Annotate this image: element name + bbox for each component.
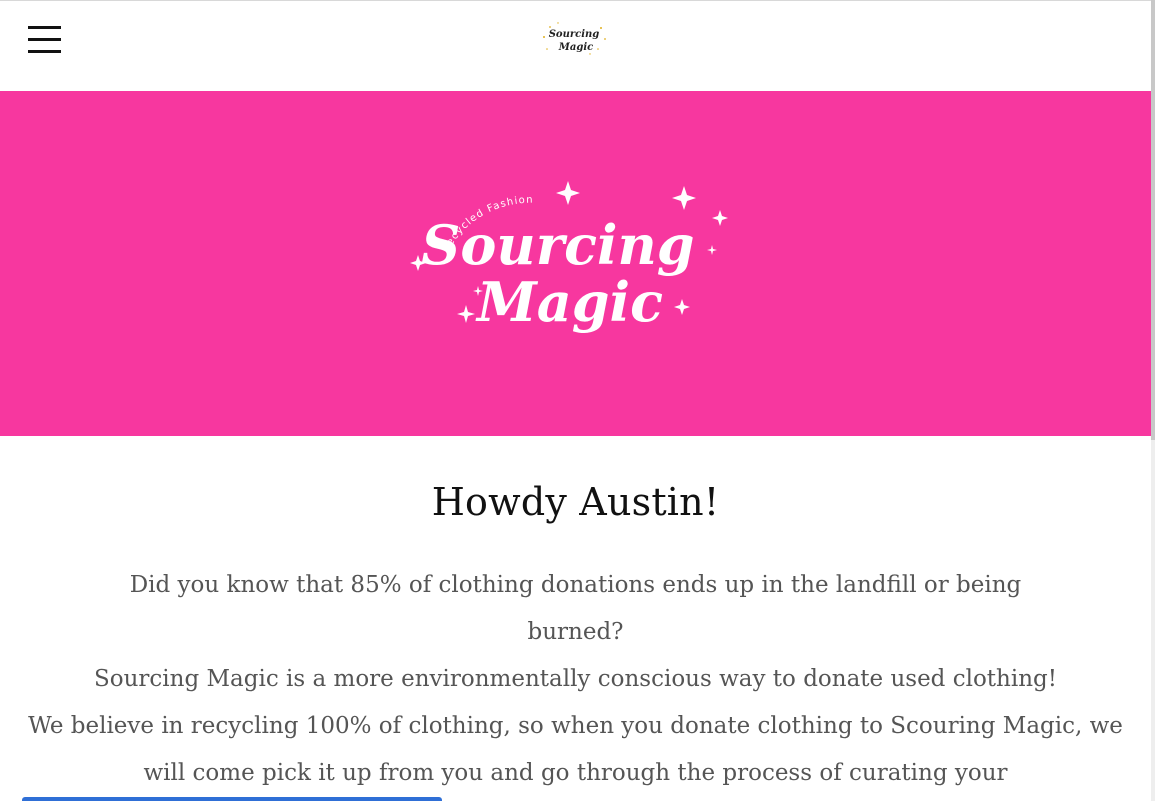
header-logo[interactable]: Sourcing Magic — [538, 19, 610, 59]
intro-paragraph-1: Did you know that 85% of clothing donati… — [129, 572, 1022, 645]
site-header: Sourcing Magic — [0, 1, 1151, 91]
hero-banner: Recycled Fashion Sourcing Magic — [0, 91, 1151, 436]
hamburger-menu-icon[interactable] — [28, 26, 61, 53]
header-logo-line2: Magic — [558, 42, 593, 53]
hero-logo-line2: Magic — [475, 270, 663, 334]
scrollbar-thumb[interactable] — [1151, 0, 1155, 440]
scrollbar[interactable] — [1151, 0, 1155, 801]
intro-paragraph-2: Sourcing Magic is a more environmentally… — [94, 666, 1057, 692]
hero-logo: Recycled Fashion Sourcing Magic — [410, 181, 728, 334]
intro-text: Did you know that 85% of clothing donati… — [20, 562, 1131, 797]
intro-paragraph-3: We believe in recycling 100% of clothing… — [28, 713, 1123, 786]
hero-logo-line1: Sourcing — [421, 213, 694, 277]
page-heading: Howdy Austin! — [431, 480, 720, 524]
page: Sourcing Magic Recycled Fashion Sourcing — [0, 0, 1155, 801]
bottom-banner-edge[interactable] — [22, 797, 442, 801]
header-logo-line1: Sourcing — [549, 29, 600, 40]
